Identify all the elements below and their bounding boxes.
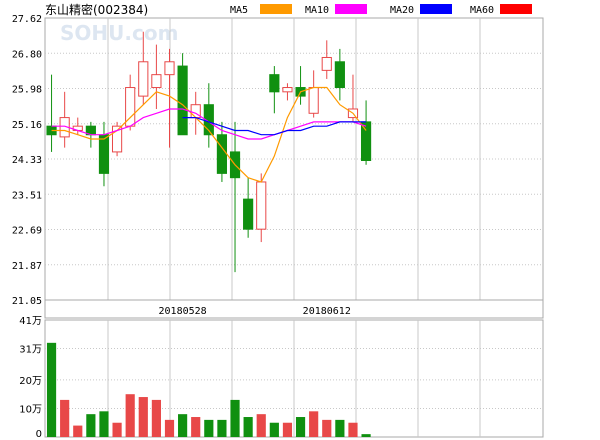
volume-bar [204, 419, 214, 437]
volume-grid [44, 319, 544, 438]
price-axis: 27.62 26.80 25.98 25.16 24.33 23.51 22.69 21.87… [12, 14, 42, 307]
volume-unit-label: 41万 [19, 316, 42, 327]
volume-bar [361, 434, 371, 437]
price-tick-label: 24.33 [12, 155, 42, 166]
candle-body-down [98, 134, 110, 174]
candle-body-up [164, 61, 175, 76]
legend-swatch [500, 4, 532, 14]
price-tick-label: 27.62 [12, 14, 42, 25]
legend-swatch [335, 4, 367, 14]
candles [46, 31, 372, 273]
legend-label: MA20 [390, 5, 414, 16]
candle-body-up [321, 56, 332, 71]
volume-bar [295, 417, 306, 437]
candle-body-down [216, 134, 228, 174]
volume-bar [164, 419, 175, 437]
candle-body-up [138, 61, 149, 97]
legend-swatch [260, 4, 292, 14]
volume-bar [46, 342, 57, 437]
price-tick-label: 25.16 [12, 120, 42, 131]
volume-bar [125, 394, 135, 437]
candle-body-down [269, 74, 280, 93]
volume-tick-label: 0 [36, 429, 42, 440]
legend-label: MA5 [230, 5, 248, 16]
volume-bar [73, 425, 83, 437]
price-tick-label: 23.51 [12, 190, 42, 201]
volume-bar [138, 397, 148, 437]
price-grid [44, 17, 544, 301]
legend: MA5 MA10 MA20 MA60 [230, 4, 532, 16]
watermark: SOHU.com [60, 21, 178, 45]
stock-chart: 东山精密(002384) SOHU.com MA5 MA10 MA20 MA60 27… [12, 2, 544, 440]
date-axis-frame [44, 299, 544, 319]
candle-body-up [308, 87, 319, 114]
legend-swatch [420, 4, 452, 14]
volume-bar [178, 414, 188, 437]
volume-bar [217, 419, 227, 437]
candle-body-down [334, 61, 345, 89]
volume-bar [60, 399, 70, 437]
legend-label: MA10 [305, 5, 329, 16]
volume-bar [309, 411, 319, 437]
volume-bars [46, 342, 371, 437]
candle-body-up [256, 181, 267, 230]
legend-label: MA60 [470, 5, 494, 16]
chart-title: 东山精密(002384) [45, 2, 148, 17]
volume-bar [269, 422, 279, 437]
price-tick-label: 22.69 [12, 226, 42, 237]
volume-bar [86, 414, 96, 437]
volume-bar [99, 411, 109, 437]
volume-bar [151, 399, 161, 437]
price-tick-label: 21.05 [12, 296, 42, 307]
volume-bar [112, 422, 122, 437]
volume-bar [230, 399, 240, 437]
date-axis: 20180528 20180612 [44, 299, 544, 319]
candle-body-down [177, 65, 188, 136]
volume-bar [348, 422, 358, 437]
date-tick-label: 20180612 [303, 306, 351, 317]
volume-axis: 41万 31万 20万 10万 0 [19, 316, 42, 440]
volume-bar [322, 419, 332, 437]
price-tick-label: 25.98 [12, 85, 42, 96]
date-tick-label: 20180528 [159, 306, 207, 317]
candle-body-down [243, 198, 254, 230]
volume-bar [243, 417, 253, 437]
volume-bar [191, 417, 201, 437]
volume-bar [282, 422, 293, 437]
price-tick-label: 26.80 [12, 49, 42, 60]
volume-tick-label: 20万 [19, 376, 42, 387]
volume-tick-label: 10万 [19, 404, 42, 415]
price-tick-label: 21.87 [12, 261, 42, 272]
candle-body-up [151, 74, 162, 89]
volume-bar [256, 414, 266, 437]
candle-body-up [282, 87, 293, 93]
candle-body-down [360, 121, 372, 162]
volume-tick-label: 31万 [19, 345, 42, 356]
volume-bar [335, 419, 345, 437]
